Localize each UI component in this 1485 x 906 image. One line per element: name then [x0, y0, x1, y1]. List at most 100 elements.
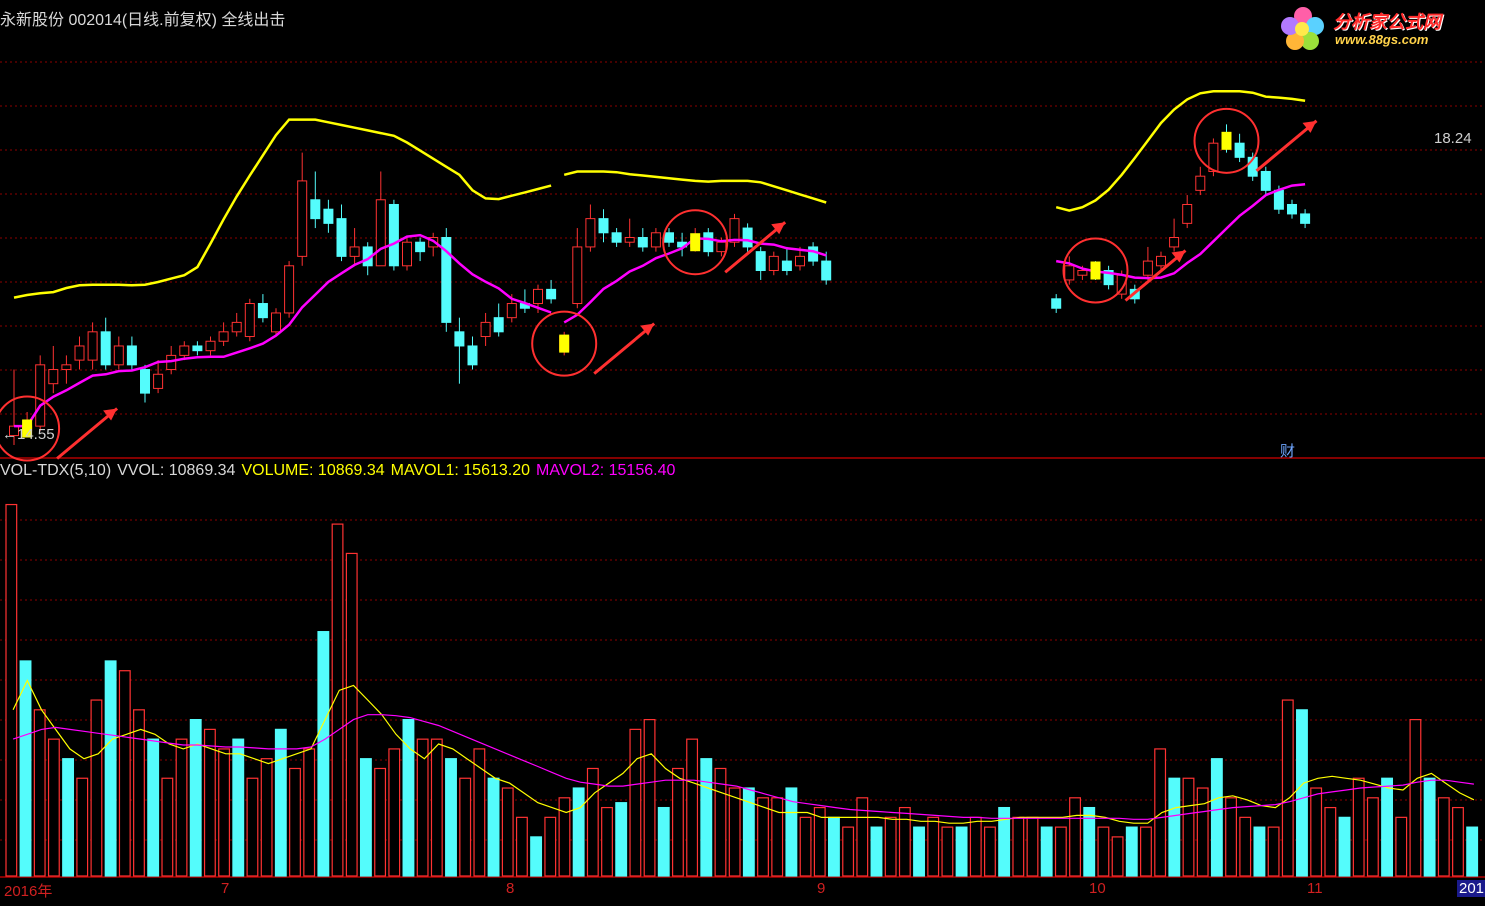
- volume-bar-down: [1296, 709, 1308, 877]
- upper-line-segment: [13, 118, 552, 299]
- volume-bar-down: [317, 631, 330, 877]
- volume-bar-up: [218, 748, 231, 877]
- x-label-2016: 2016年: [4, 883, 53, 900]
- volume-bar-up: [1366, 797, 1379, 877]
- volume-bar-down: [62, 758, 75, 877]
- volume-bar-up: [643, 718, 656, 877]
- candle-down: [781, 260, 792, 272]
- site-logo[interactable]: 分析家公式网 www.88gs.com: [1277, 4, 1477, 54]
- volume-bar-up: [969, 816, 982, 877]
- candle-up: [271, 312, 281, 333]
- volume-bar-up: [246, 777, 259, 877]
- candle-up: [795, 255, 805, 267]
- candle-up: [74, 345, 85, 361]
- candle-down: [742, 227, 753, 248]
- candle-down: [546, 288, 557, 300]
- chart-title: 永新股份 002014(日线.前复权) 全线出击: [0, 12, 286, 29]
- logo-name: 分析家公式网: [1333, 12, 1441, 32]
- candle-down: [493, 317, 504, 333]
- candle-down: [388, 203, 399, 267]
- volume-bar-up: [289, 767, 301, 877]
- volume-bar-up: [1225, 797, 1237, 877]
- volume-bar-up: [927, 816, 940, 877]
- candle-down: [1260, 170, 1271, 191]
- candle-up: [349, 246, 360, 257]
- magenta-ma-line: [14, 182, 1306, 428]
- volume-bar-up: [1310, 787, 1323, 877]
- upper-line-segment: [1055, 90, 1306, 212]
- volume-bar-up: [1182, 777, 1195, 877]
- x-label-next-year[interactable]: 201: [1457, 880, 1485, 897]
- volume-bar-down: [913, 826, 925, 877]
- candle-up: [402, 241, 412, 267]
- volume-bar-up: [5, 503, 18, 877]
- volume-bar-up: [33, 709, 46, 877]
- volume-bar-up: [1452, 806, 1464, 877]
- volume-bar-down: [445, 758, 457, 877]
- volume-bar-up: [884, 816, 897, 877]
- volume-bar-up: [1352, 777, 1365, 877]
- volume-bar-down: [1040, 826, 1053, 877]
- volume-bar-up: [175, 738, 188, 877]
- volume-bar-up: [601, 806, 613, 877]
- volume-bar-up: [757, 797, 769, 877]
- volume-bar-up: [984, 826, 996, 877]
- candle-up: [1142, 260, 1153, 276]
- volume-bar-up: [671, 767, 684, 877]
- volume-bar-up: [345, 552, 358, 877]
- volume-value: VOLUME: 10869.34: [241, 462, 385, 479]
- candle-up: [35, 364, 46, 427]
- volume-bar-down: [189, 718, 202, 877]
- chart-canvas: [0, 61, 1485, 878]
- volume-bar-down: [1125, 826, 1138, 877]
- candle-up: [179, 345, 190, 356]
- volume-bar-up: [515, 816, 528, 877]
- volume-bar-down: [530, 836, 543, 877]
- flower-logo-icon: [1281, 7, 1324, 50]
- candle-up: [231, 321, 242, 333]
- candle-up: [768, 255, 779, 272]
- volume-bar-up: [1281, 699, 1294, 877]
- volume-bar-up: [430, 738, 443, 877]
- volume-bar-up: [416, 738, 429, 877]
- volume-bar-up: [1324, 806, 1337, 877]
- volume-bar-down: [572, 787, 585, 877]
- candle-up: [375, 199, 386, 267]
- finance-badge[interactable]: 财: [1280, 440, 1295, 461]
- candle-down: [192, 345, 203, 352]
- candle-up: [650, 232, 661, 248]
- candle-down: [126, 345, 137, 366]
- volume-bar-up: [728, 787, 741, 877]
- upper-line-segment: [563, 170, 827, 204]
- volume-bar-up: [1026, 816, 1039, 877]
- volume-bar-up: [1409, 718, 1422, 877]
- volume-bar-up: [1140, 826, 1152, 877]
- volume-bar-up: [1437, 797, 1450, 877]
- volume-bar-up: [161, 777, 174, 877]
- volume-bar-down: [657, 806, 670, 877]
- volume-bar-up: [388, 748, 401, 877]
- volume-bar-up: [1069, 797, 1081, 877]
- high-price-label: 18.24: [1434, 130, 1472, 147]
- volume-bar-down: [1423, 777, 1436, 877]
- candle-down: [323, 208, 334, 224]
- volume-bar-down: [700, 758, 713, 877]
- candle-down: [755, 251, 766, 272]
- volume-bar-up: [203, 728, 216, 877]
- volume-bar-down: [274, 728, 287, 877]
- volume-bar-up: [501, 787, 514, 877]
- candle-up: [205, 340, 216, 352]
- candle-up: [624, 237, 635, 243]
- candle-up: [1182, 203, 1193, 224]
- candle-up: [48, 369, 59, 385]
- candle-up: [1169, 237, 1180, 248]
- vvol-value: VVOL: 10869.34: [117, 462, 236, 479]
- x-label-oct: 10: [1089, 880, 1106, 897]
- candle-down: [1234, 142, 1245, 158]
- volume-bar-down: [232, 738, 245, 877]
- candle-up: [585, 218, 596, 248]
- volume-bar-up: [1154, 748, 1167, 877]
- volume-bar-up: [686, 738, 699, 877]
- candle-down: [1273, 189, 1284, 210]
- logo-url: www.88gs.com: [1335, 32, 1429, 47]
